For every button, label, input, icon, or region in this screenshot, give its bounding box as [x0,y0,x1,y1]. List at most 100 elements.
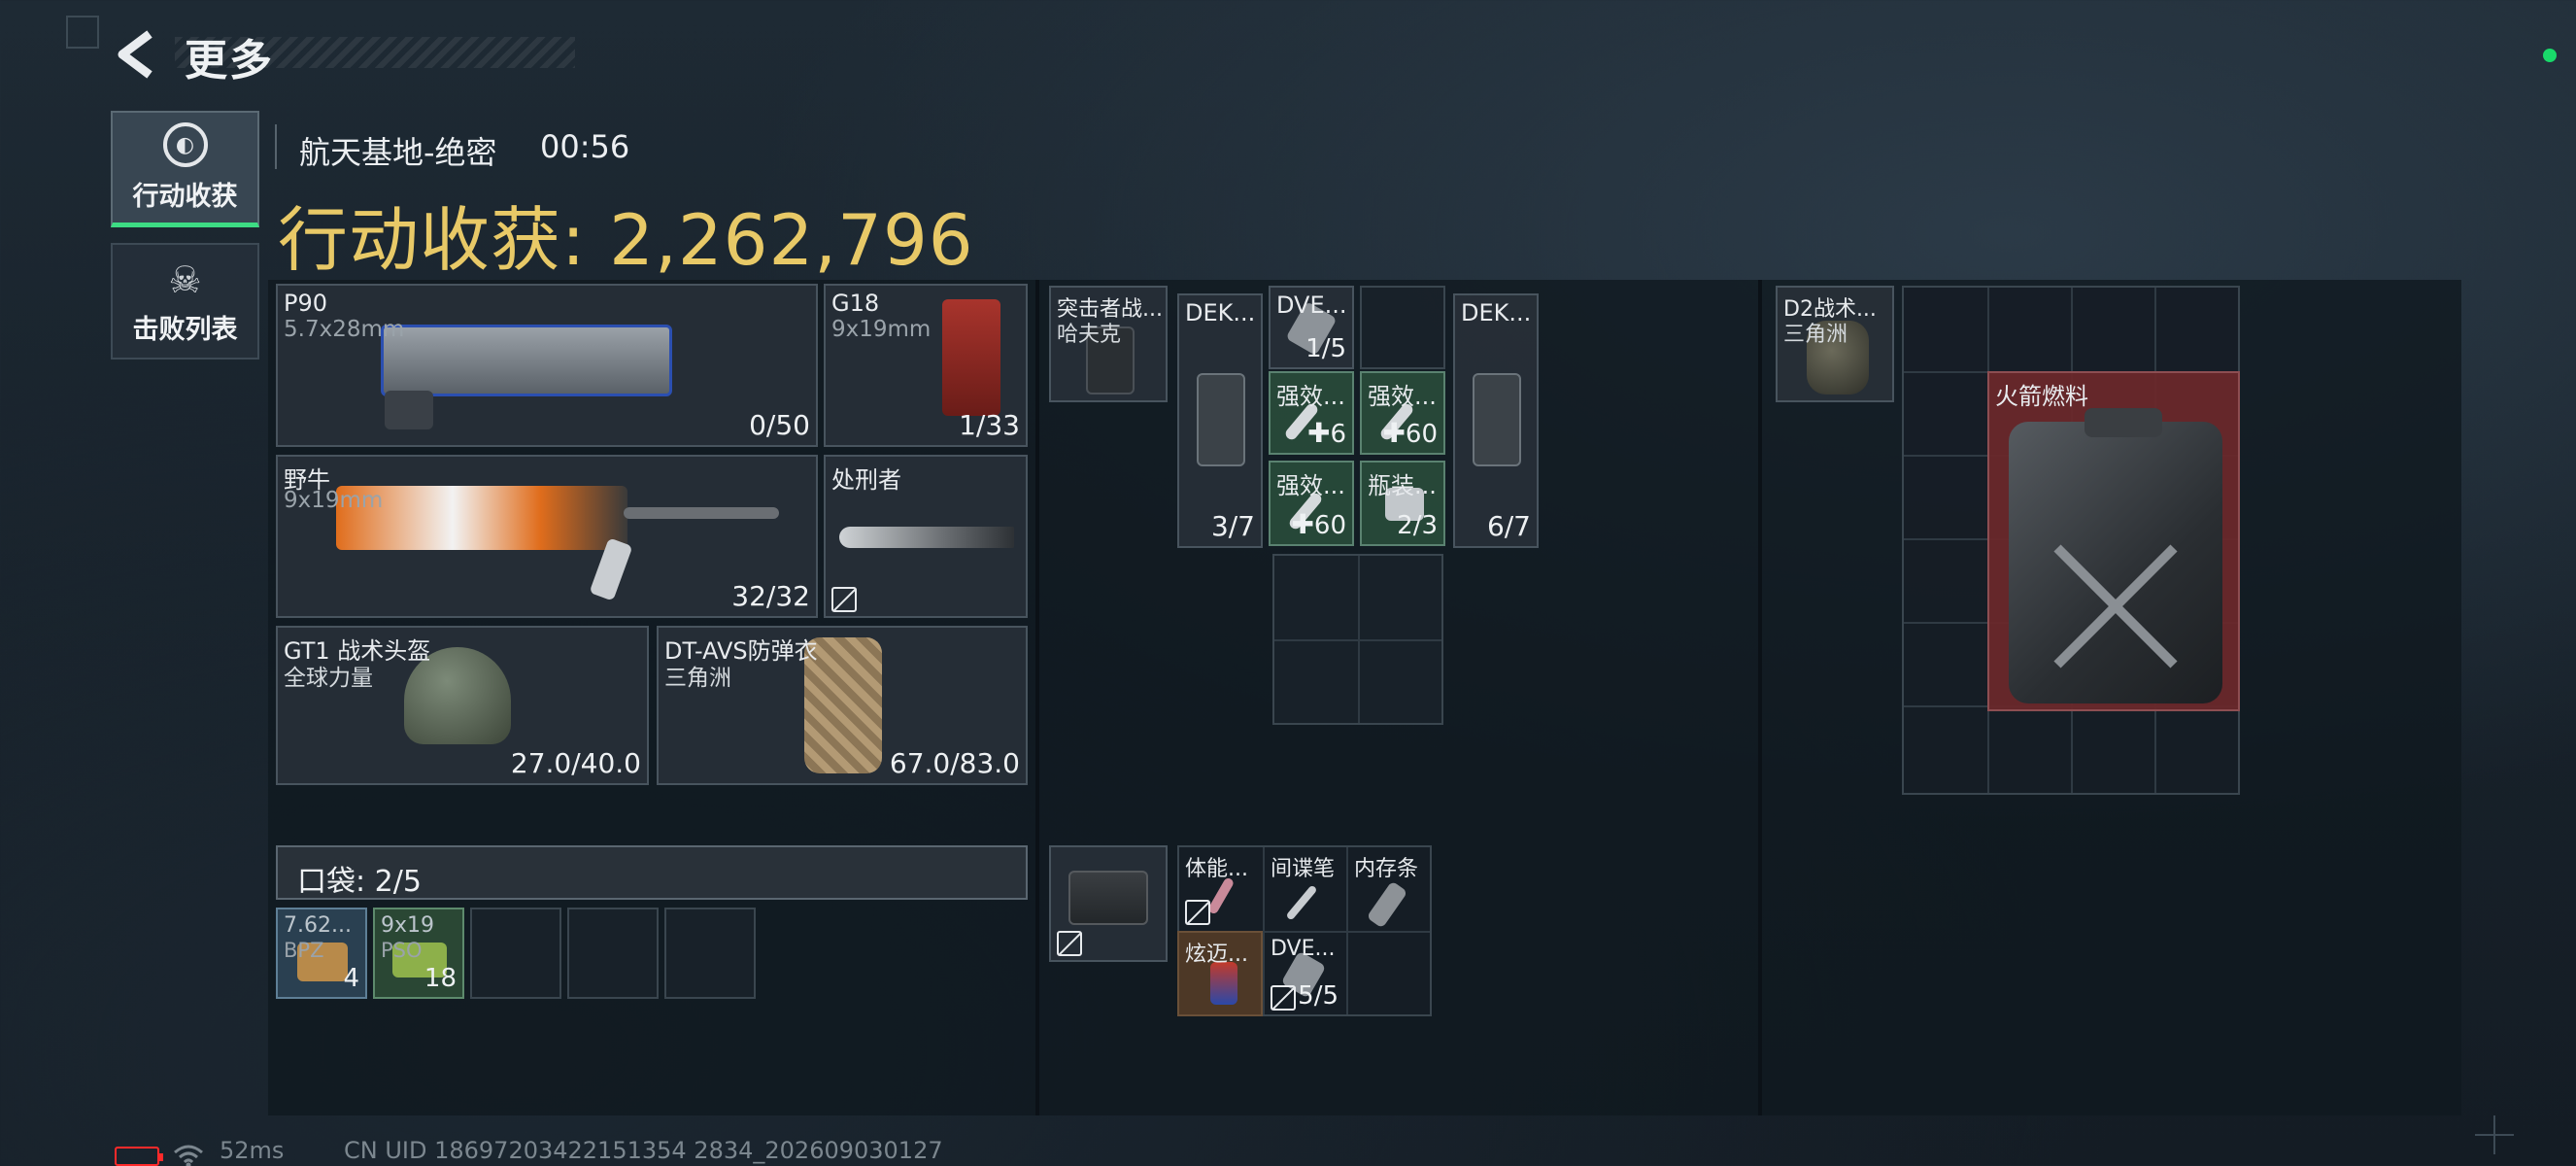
unlock-icon [831,587,857,612]
weapon-slot-primary[interactable]: P90 5.7x28mm 0/50 [276,284,818,447]
rig-item[interactable]: DEK... 6/7 [1453,293,1539,548]
item-count: 4 [343,964,359,993]
weapon-ammo-count: 1/33 [959,409,1020,441]
skull-icon: ☠ [168,257,202,301]
magazine-image [1473,373,1521,466]
item-name: 火箭燃料 [1995,383,2088,410]
loot-value-title: 行动收获: 2,262,796 [278,199,974,281]
item-count: 6 [1330,420,1346,449]
rig-item[interactable]: 强效... ✚6 [1269,371,1354,455]
pocket-empty-slot[interactable] [664,908,756,999]
case-item[interactable]: 炫迈... [1177,931,1263,1016]
fuel-can-handle [2085,408,2162,437]
knife-image [839,527,1014,548]
weapon-grip [385,391,433,429]
pocket-item[interactable]: 9x19 PSO 18 [373,908,464,999]
weapon-slot-secondary[interactable]: 野牛 9x19mm 32/32 [276,455,818,618]
item-name: 内存条 [1354,857,1419,881]
weapon-ammo-count: 0/50 [749,409,810,441]
heal-plus-icon: ✚ [1382,417,1406,449]
helmet-slot[interactable]: GT1 战术头盔 全球力量 27.0/40.0 [276,626,649,785]
back-button[interactable] [111,27,163,82]
melee-slot[interactable]: 处刑者 [824,455,1028,618]
weapon-ammo: 5.7x28mm [284,317,405,342]
helmet-durability: 27.0/40.0 [510,747,641,779]
rig-item[interactable]: DEK... 3/7 [1177,293,1263,548]
magazine-image [1197,373,1245,466]
item-count: 6/7 [1486,510,1531,542]
item-name: 7.62... [284,913,352,938]
ping-value: 52ms [220,1137,285,1164]
heal-plus-icon: ✚ [1291,508,1314,540]
case-image [1068,871,1148,925]
item-count: 1/5 [1305,334,1346,363]
weapon-name: 处刑者 [831,466,901,494]
wifi-icon [174,1145,203,1166]
item-name: 体能... [1185,857,1248,881]
item-name: 间谍笔 [1271,857,1336,881]
pocket-empty-slot[interactable] [567,908,659,999]
backpack-item[interactable]: 火箭燃料 [1987,371,2240,711]
tab-kill-list[interactable]: ☠ 击败列表 [111,243,259,360]
unlock-icon [1057,931,1082,956]
gum-image [1210,962,1237,1005]
item-name: DVE... [1276,292,1347,319]
corner-frame [66,16,99,49]
pocket-item[interactable]: 7.62... BPZ 4 [276,908,367,999]
safe-case-slot[interactable] [1049,845,1168,962]
chevron-left-icon [118,30,153,79]
plus-icon [2475,1115,2514,1154]
pocket-header: 口袋: 2/5 [276,845,1028,900]
item-name: DEK... [1185,299,1256,326]
rig-slot[interactable]: 突击者战... 哈夫克 [1049,286,1168,402]
weapon-image [942,299,1000,416]
rig-empty-grid[interactable] [1272,554,1443,725]
armor-slot[interactable]: DT-AVS防弹衣 三角洲 67.0/83.0 [657,626,1028,785]
rig-item[interactable]: 强效... ✚60 [1360,371,1445,455]
uid-text: CN UID 18697203422151354 2834_2026090301… [344,1137,943,1164]
tab-kill-list-label: 击败列表 [132,314,238,345]
weapon-name: G18 [831,290,880,317]
item-count: 2/3 [1397,511,1438,540]
panel-divider [1758,280,1762,1115]
loot-icon: ◐ [162,122,208,167]
item-name: DEK... [1461,299,1532,326]
tab-loot-label: 行动收获 [132,182,238,212]
item-name: 强效... [1276,472,1345,499]
backpack-slot[interactable]: D2战术... 三角洲 [1776,286,1894,402]
rig-maker: 哈夫克 [1057,323,1122,347]
status-dot [2543,49,2557,62]
armor-durability: 67.0/83.0 [889,747,1020,779]
weapon-barrel [624,507,779,519]
item-name: 强效... [1276,383,1345,410]
unlock-icon [1271,985,1296,1011]
weapon-ammo-count: 32/32 [731,580,810,612]
tab-loot[interactable]: ◐ 行动收获 [111,111,259,227]
item-count: 3/7 [1210,510,1255,542]
header-divider [275,124,277,169]
item-name: 炫迈... [1185,943,1248,967]
item-count: 60 [1405,420,1438,449]
weapon-ammo: 9x19mm [284,488,384,513]
pocket-empty-slot[interactable] [470,908,561,999]
item-count: 18 [424,964,457,993]
x-mark [2053,544,2178,669]
item-count: 60 [1313,511,1346,540]
rig-item[interactable]: 强效... ✚60 [1269,461,1354,546]
weapon-slot-sidearm[interactable]: G18 9x19mm 1/33 [824,284,1028,447]
rig-item[interactable]: 瓶装... 2/3 [1360,461,1445,546]
item-name: 强效... [1368,383,1437,410]
item-name: 瓶装... [1368,472,1437,499]
case-item[interactable]: 间谍笔 [1263,845,1346,931]
pocket-label: 口袋: 2/5 [297,865,422,899]
heal-plus-icon: ✚ [1306,417,1331,449]
case-item[interactable]: 内存条 [1346,845,1432,931]
item-sub: BPZ [284,939,324,962]
case-item[interactable]: 体能... [1177,845,1263,931]
rig-empty-slot[interactable] [1360,286,1445,369]
weapon-image [381,325,672,396]
case-item[interactable]: DVE... 5/5 [1263,931,1346,1016]
item-name: DVE... [1271,937,1336,961]
rig-item[interactable]: DVE... 1/5 [1269,286,1354,369]
backpack-maker: 三角洲 [1783,323,1848,347]
